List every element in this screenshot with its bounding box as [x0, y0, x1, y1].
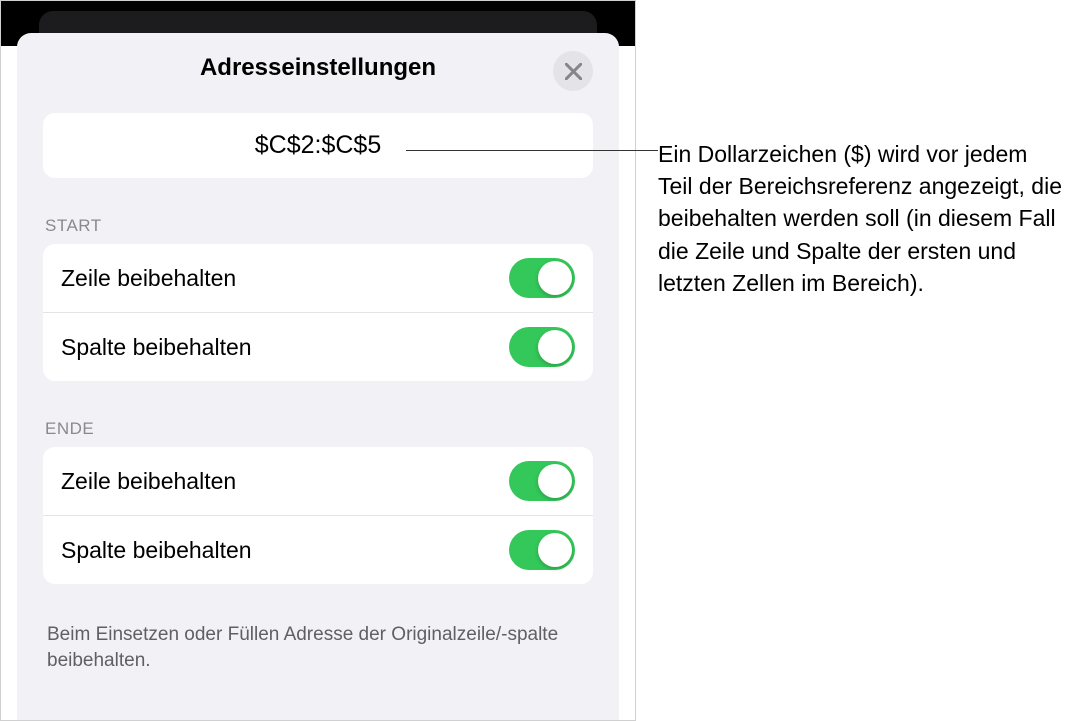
sheet-header: Adresseinstellungen	[43, 33, 593, 103]
group-start: Zeile beibehalten Spalte beibehalten	[43, 244, 593, 381]
formula-display: $C$2:$C$5	[43, 113, 593, 178]
row-end-zeile: Zeile beibehalten	[43, 447, 593, 515]
toggle-end-row[interactable]	[509, 461, 575, 501]
toggle-knob	[538, 464, 572, 498]
group-end: Zeile beibehalten Spalte beibehalten	[43, 447, 593, 584]
row-start-spalte: Spalte beibehalten	[43, 312, 593, 381]
callout-line	[406, 150, 658, 151]
section-label-start: START	[45, 216, 593, 236]
toggle-knob	[538, 330, 572, 364]
annotation-area: Ein Dollarzeichen ($) wird vor jedem Tei…	[636, 0, 1085, 721]
toggle-start-row[interactable]	[509, 258, 575, 298]
footer-text: Beim Einsetzen oder Füllen Adresse der O…	[47, 622, 593, 673]
close-button[interactable]	[553, 51, 593, 91]
settings-sheet: Adresseinstellungen $C$2:$C$5 START Zeil…	[17, 33, 619, 720]
toggle-start-column[interactable]	[509, 327, 575, 367]
row-start-zeile: Zeile beibehalten	[43, 244, 593, 312]
section-label-end: ENDE	[45, 419, 593, 439]
row-label: Zeile beibehalten	[61, 468, 236, 495]
close-icon	[565, 63, 582, 80]
formula-text: $C$2:$C$5	[255, 131, 381, 160]
row-label: Spalte beibehalten	[61, 537, 252, 564]
row-label: Spalte beibehalten	[61, 334, 252, 361]
toggle-knob	[538, 261, 572, 295]
annotation-text: Ein Dollarzeichen ($) wird vor jedem Tei…	[658, 138, 1065, 299]
toggle-end-column[interactable]	[509, 530, 575, 570]
settings-panel-area: Adresseinstellungen $C$2:$C$5 START Zeil…	[0, 0, 636, 721]
row-end-spalte: Spalte beibehalten	[43, 515, 593, 584]
row-label: Zeile beibehalten	[61, 265, 236, 292]
toggle-knob	[538, 533, 572, 567]
sheet-title: Adresseinstellungen	[200, 54, 436, 82]
